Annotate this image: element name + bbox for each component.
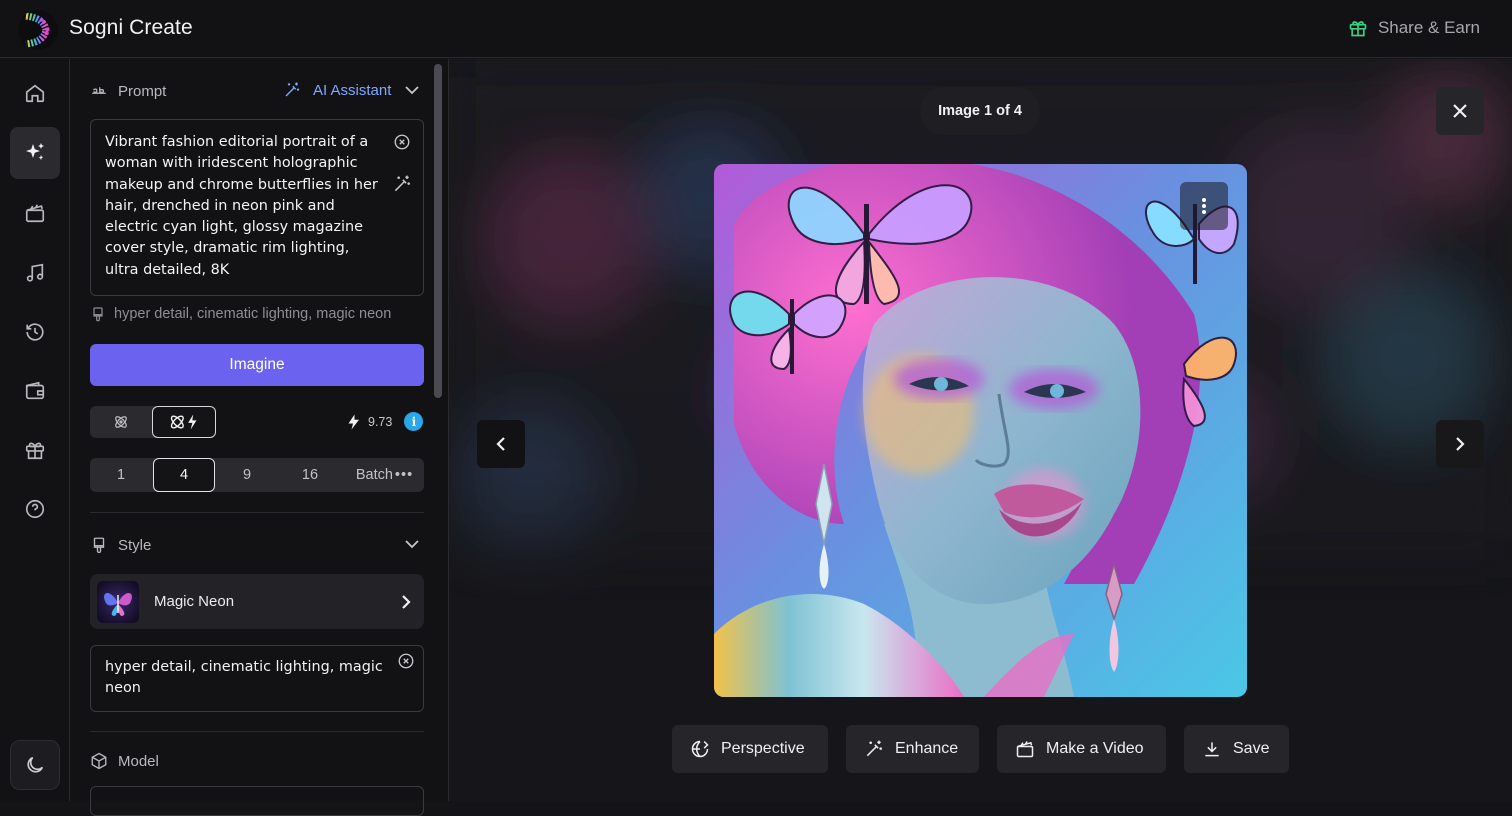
model-header[interactable]: Model <box>90 752 159 770</box>
make-a-video-label: Make a Video <box>1046 740 1144 757</box>
wallet-icon <box>25 381 45 400</box>
close-icon <box>1453 104 1467 118</box>
more-dots: ••• <box>394 467 414 483</box>
clapperboard-icon <box>25 204 45 223</box>
rail-rewards[interactable] <box>10 424 60 476</box>
count-4-button[interactable]: 4 <box>153 458 215 492</box>
save-label: Save <box>1233 740 1270 757</box>
atom-bolt-icon <box>170 414 197 430</box>
chevron-right-icon <box>1456 437 1465 451</box>
chevron-left-icon <box>496 437 505 451</box>
brush-icon <box>93 307 103 322</box>
theme-toggle-button[interactable] <box>10 740 60 790</box>
batch-label: Batch <box>355 467 393 483</box>
style-prompt-input-text[interactable]: hyper detail, cinematic lighting, magic … <box>105 657 385 700</box>
previous-image-button[interactable] <box>477 420 525 468</box>
style-prompt-text: hyper detail, cinematic lighting, magic … <box>114 306 392 322</box>
gift-icon <box>25 442 45 460</box>
help-icon <box>25 499 45 519</box>
panel-scrollbar[interactable] <box>434 64 442 398</box>
magic-wand-icon[interactable] <box>392 174 412 194</box>
chevron-down-icon[interactable] <box>403 537 421 551</box>
prompt-textarea[interactable]: Vibrant fashion editorial portrait of a … <box>90 119 424 296</box>
clear-icon[interactable] <box>393 133 411 151</box>
ai-assistant-label: AI Assistant <box>313 81 392 99</box>
magic-wand-icon <box>285 82 300 97</box>
prompt-label: Prompt <box>118 82 167 100</box>
image-options-button[interactable] <box>1180 182 1228 230</box>
chevron-down-icon[interactable] <box>403 83 421 97</box>
chevron-right-icon <box>402 595 411 609</box>
kebab-menu-icon <box>1202 198 1206 214</box>
rail-home[interactable] <box>10 67 60 119</box>
rail-create[interactable] <box>10 127 60 179</box>
standard-mode-button[interactable] <box>90 406 152 438</box>
generated-image[interactable] <box>714 164 1247 697</box>
prompt-text[interactable]: Vibrant fashion editorial portrait of a … <box>105 132 385 281</box>
enhance-button[interactable]: Enhance <box>846 725 979 773</box>
save-button[interactable]: Save <box>1184 725 1289 773</box>
make-a-video-button[interactable]: Make a Video <box>997 725 1166 773</box>
share-and-earn-button[interactable]: Share & Earn <box>1348 18 1480 38</box>
magic-wand-icon <box>866 740 882 757</box>
download-icon <box>1205 742 1219 757</box>
text-ab-icon <box>92 87 106 94</box>
ai-assistant-dropdown[interactable]: AI Assistant <box>283 81 391 99</box>
history-icon <box>26 323 44 341</box>
prompt-header: Prompt <box>90 82 166 100</box>
style-prompt-input[interactable]: hyper detail, cinematic lighting, magic … <box>90 645 424 712</box>
music-note-icon <box>26 263 44 282</box>
divider <box>90 731 424 732</box>
next-image-button[interactable] <box>1436 420 1484 468</box>
image-counter: Image 1 of 4 <box>920 87 1040 135</box>
rail-music[interactable] <box>10 247 60 299</box>
model-selector[interactable] <box>90 786 424 816</box>
count-16-button[interactable]: 16 <box>279 458 341 492</box>
top-bar: Sogni Create Share & Earn <box>0 0 1512 58</box>
credit-value: 9.73 <box>368 414 393 429</box>
style-prompt-preview: hyper detail, cinematic lighting, magic … <box>90 305 391 323</box>
clapperboard-icon <box>1016 741 1034 758</box>
cube-icon <box>91 752 107 770</box>
image-count-selector: 1 4 9 16 Batch ••• <box>90 458 424 492</box>
count-1-button[interactable]: 1 <box>90 458 152 492</box>
perspective-button[interactable]: Perspective <box>672 725 828 773</box>
enhance-label: Enhance <box>895 740 959 757</box>
perspective-icon <box>691 740 709 758</box>
sparkle-icon <box>26 143 44 160</box>
rail-history[interactable] <box>10 306 60 358</box>
share-label: Share & Earn <box>1377 18 1480 37</box>
divider <box>90 512 424 513</box>
rail-help[interactable] <box>10 483 60 535</box>
imagine-button[interactable]: Imagine <box>90 344 424 386</box>
sogni-token-icon <box>348 414 359 429</box>
home-icon <box>25 84 45 103</box>
clear-icon[interactable] <box>397 652 415 670</box>
style-name: Magic Neon <box>154 593 235 610</box>
info-icon[interactable]: i <box>404 412 424 431</box>
style-label: Style <box>118 536 152 554</box>
sogni-logo[interactable] <box>18 10 58 50</box>
moon-icon <box>27 756 44 773</box>
close-button[interactable] <box>1436 87 1484 135</box>
credit-cost: 9.73 i <box>344 412 424 431</box>
style-header[interactable]: Style <box>90 536 151 554</box>
app-title: Sogni Create <box>69 16 193 39</box>
mode-selector <box>90 406 216 438</box>
style-thumbnail <box>97 581 139 623</box>
model-label: Model <box>118 752 159 770</box>
batch-button[interactable]: Batch ••• <box>345 458 424 492</box>
nav-rail <box>0 59 70 801</box>
perspective-label: Perspective <box>721 740 805 757</box>
fast-mode-button[interactable] <box>152 406 216 438</box>
count-9-button[interactable]: 9 <box>216 458 278 492</box>
brush-icon <box>93 537 105 554</box>
style-selector[interactable]: Magic Neon <box>90 574 424 629</box>
atom-icon <box>115 416 127 428</box>
rail-wallet[interactable] <box>10 365 60 417</box>
rail-video[interactable] <box>10 187 60 239</box>
gift-icon <box>1349 21 1367 37</box>
